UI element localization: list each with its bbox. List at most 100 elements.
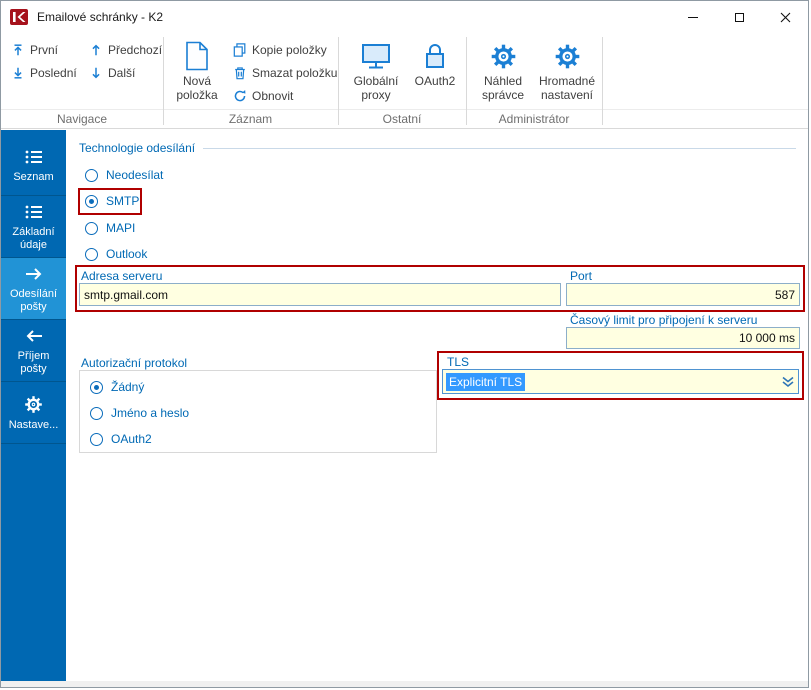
next-label: Další (108, 65, 136, 80)
section-sending-technology: Technologie odesílání (79, 141, 796, 155)
first-button[interactable]: První (7, 39, 62, 60)
sidebar: Seznam Základní údaje Odesílání pošty Př… (1, 130, 66, 681)
chevron-double-down-icon (781, 376, 795, 388)
radio-circle (90, 380, 103, 394)
sidebar-item-label: Základní údaje (12, 226, 55, 251)
sidebar-item-label: Nastave... (8, 418, 59, 431)
delete-item-label: Smazat položku (252, 65, 338, 80)
oauth2-label: OAuth2 (414, 74, 456, 88)
body: Seznam Základní údaje Odesílání pošty Př… (1, 130, 808, 681)
section-title: Technologie odesílání (79, 141, 196, 155)
radio-circle (85, 168, 98, 182)
bulk-settings-button[interactable]: Hromadné nastavení (535, 37, 599, 109)
sidebar-item-nastaveni[interactable]: Nastave... (1, 382, 66, 444)
timeout-input[interactable] (566, 327, 800, 349)
arrow-down-bar-icon (14, 67, 22, 79)
auth-protocol-groupbox: Žádný Jméno a heslo OAuth2 (79, 370, 437, 453)
refresh-icon (234, 89, 246, 101)
previous-button[interactable]: Předchozí (85, 39, 166, 60)
radio-label: SMTP (106, 194, 140, 208)
maximize-icon (734, 12, 744, 22)
copy-item-label: Kopie položky (252, 42, 327, 57)
radio-smtp[interactable]: SMTP (85, 193, 139, 209)
close-button[interactable] (762, 1, 808, 33)
sidebar-item-zakladni-udaje[interactable]: Základní údaje (1, 196, 66, 258)
sidebar-item-seznam[interactable]: Seznam (1, 134, 66, 196)
form-panel: Technologie odesílání Neodesílat SMTP MA… (66, 130, 808, 681)
radio-oauth2[interactable]: OAuth2 (90, 431, 152, 447)
radio-zadny[interactable]: Žádný (90, 379, 144, 395)
group-label-administrator: Administrátor (498, 112, 570, 126)
last-button[interactable]: Poslední (7, 62, 81, 83)
auth-protocol-label: Autorizační protokol (81, 356, 188, 370)
window-controls (670, 1, 808, 33)
monitor-icon (360, 37, 392, 75)
arrow-up-icon (92, 44, 100, 55)
gear-icon (554, 37, 581, 75)
radio-label: Outlook (106, 247, 148, 261)
maximize-button[interactable] (716, 1, 762, 33)
radio-label: Jméno a heslo (111, 406, 190, 420)
trash-icon (235, 66, 245, 79)
global-proxy-label: Globální proxy (353, 74, 399, 102)
radio-circle (90, 432, 103, 446)
window-title: Emailové schránky - K2 (37, 10, 164, 24)
ribbon: První Poslední Předchozí Další Navigace … (1, 33, 808, 129)
titlebar: Emailové schránky - K2 (1, 1, 808, 33)
first-label: První (30, 42, 59, 57)
copy-item-button[interactable]: Kopie položky (229, 39, 331, 60)
minimize-icon (688, 16, 698, 18)
sidebar-item-label: Příjem pošty (17, 350, 50, 375)
close-icon (780, 12, 790, 22)
arrow-right-icon (24, 263, 44, 285)
copy-icon (233, 42, 246, 57)
sidebar-item-label: Odesílání pošty (9, 288, 58, 313)
arrow-up-bar-icon (14, 43, 22, 55)
radio-circle (85, 194, 98, 208)
admin-preview-label: Náhled správce (481, 74, 525, 102)
sidebar-item-odesilani-posty[interactable]: Odesílání pošty (1, 258, 66, 320)
list-icon (24, 146, 44, 168)
new-item-button[interactable]: Nová položka (169, 37, 225, 109)
group-label-zaznam: Záznam (228, 112, 273, 126)
delete-item-button[interactable]: Smazat položku (229, 62, 341, 83)
sidebar-item-label: Seznam (13, 170, 54, 183)
radio-label: Žádný (111, 380, 145, 394)
tls-select[interactable]: Explicitní TLS (442, 369, 799, 394)
gear-icon (24, 394, 43, 416)
server-address-label: Adresa serveru (81, 269, 163, 283)
app-window: Emailové schránky - K2 První Poslední Př… (0, 0, 809, 688)
tls-selected-value: Explicitní TLS (446, 372, 526, 391)
refresh-button[interactable]: Obnovit (229, 85, 297, 106)
radio-outlook[interactable]: Outlook (85, 246, 147, 262)
admin-preview-button[interactable]: Náhled správce (473, 37, 533, 109)
new-item-label: Nová položka (176, 74, 218, 102)
radio-jmeno-a-heslo[interactable]: Jméno a heslo (90, 405, 189, 421)
refresh-label: Obnovit (252, 88, 294, 103)
timeout-label: Časový limit pro připojení k serveru (570, 313, 758, 327)
radio-circle (85, 221, 98, 235)
radio-label: OAuth2 (111, 432, 152, 446)
global-proxy-button[interactable]: Globální proxy (347, 37, 405, 109)
oauth2-button[interactable]: OAuth2 (409, 37, 461, 109)
radio-label: MAPI (106, 221, 136, 235)
gear-icon (490, 37, 517, 75)
group-separator (602, 37, 603, 125)
app-logo-icon (9, 8, 29, 26)
last-label: Poslední (30, 65, 77, 80)
minimize-button[interactable] (670, 1, 716, 33)
lock-icon (423, 37, 447, 75)
radio-circle (85, 247, 98, 261)
ribbon-divider (1, 109, 808, 110)
port-label: Port (570, 269, 593, 283)
window-bottom-edge (1, 681, 808, 687)
radio-mapi[interactable]: MAPI (85, 220, 135, 236)
tls-label: TLS (447, 355, 470, 369)
radio-neodesilat[interactable]: Neodesílat (85, 167, 163, 183)
next-button[interactable]: Další (85, 62, 139, 83)
port-input[interactable] (566, 283, 800, 306)
list-icon (24, 201, 44, 223)
server-address-input[interactable] (79, 283, 561, 306)
sidebar-item-prijem-posty[interactable]: Příjem pošty (1, 320, 66, 382)
group-label-navigace: Navigace (56, 112, 108, 126)
